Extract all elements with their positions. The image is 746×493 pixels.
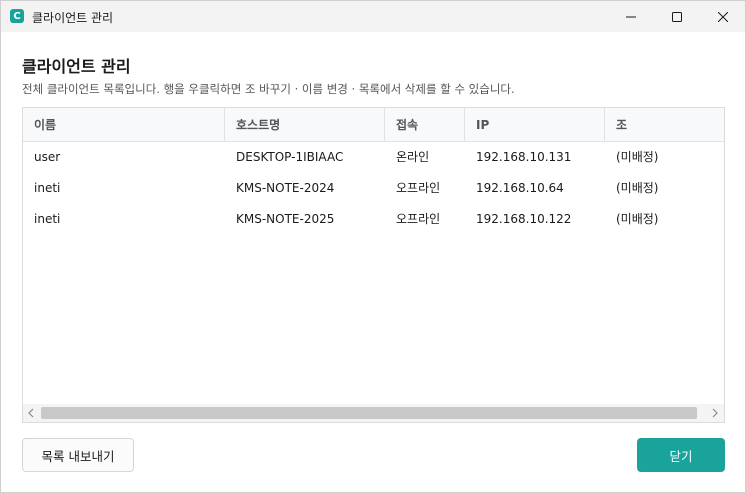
client-management-window: C 클라이언트 관리 클라이언트 관리 전체 클라이언트 목록입니다. 행을 우… bbox=[0, 0, 746, 493]
chevron-left-icon[interactable] bbox=[27, 408, 35, 418]
cell-ip: 192.168.10.131 bbox=[476, 150, 572, 164]
maximize-button[interactable] bbox=[654, 1, 700, 32]
cell-hostname: KMS-NOTE-2025 bbox=[236, 212, 335, 226]
dialog-content: 클라이언트 관리 전체 클라이언트 목록입니다. 행을 우클릭하면 조 바꾸기 … bbox=[1, 32, 745, 492]
close-icon bbox=[718, 11, 728, 22]
client-table[interactable]: 이름 호스트명 접속 IP 조 user DESKTOP-1IBIAAC 온라인… bbox=[22, 107, 725, 423]
title-bar[interactable]: C 클라이언트 관리 bbox=[1, 1, 745, 32]
cell-name: user bbox=[34, 150, 61, 164]
cell-group: (미배정) bbox=[616, 150, 659, 164]
cell-ip: 192.168.10.64 bbox=[476, 181, 564, 195]
page-title: 클라이언트 관리 bbox=[22, 57, 131, 76]
column-header-ip[interactable]: IP bbox=[465, 108, 605, 142]
table-row[interactable]: ineti KMS-NOTE-2025 오프라인 192.168.10.122 … bbox=[23, 204, 724, 234]
cell-name: ineti bbox=[34, 181, 61, 195]
cell-status: 오프라인 bbox=[396, 212, 441, 226]
export-list-button[interactable]: 목록 내보내기 bbox=[22, 438, 134, 472]
table-header: 이름 호스트명 접속 IP 조 bbox=[23, 108, 724, 142]
app-logo-icon: C bbox=[10, 9, 24, 23]
page-description: 전체 클라이언트 목록입니다. 행을 우클릭하면 조 바꾸기 · 이름 변경 ·… bbox=[22, 82, 515, 96]
cell-name: ineti bbox=[34, 212, 61, 226]
chevron-right-icon[interactable] bbox=[711, 408, 719, 418]
column-header-hostname[interactable]: 호스트명 bbox=[225, 108, 385, 142]
cell-status: 온라인 bbox=[396, 150, 430, 164]
table-row[interactable]: ineti KMS-NOTE-2024 오프라인 192.168.10.64 (… bbox=[23, 173, 724, 203]
column-header-group[interactable]: 조 bbox=[605, 108, 724, 142]
window-title: 클라이언트 관리 bbox=[32, 11, 114, 25]
cell-ip: 192.168.10.122 bbox=[476, 212, 572, 226]
cell-group: (미배정) bbox=[616, 181, 659, 195]
cell-hostname: DESKTOP-1IBIAAC bbox=[236, 150, 344, 164]
horizontal-scrollbar[interactable] bbox=[23, 404, 724, 422]
table-row[interactable]: user DESKTOP-1IBIAAC 온라인 192.168.10.131 … bbox=[23, 142, 724, 172]
column-header-status[interactable]: 접속 bbox=[385, 108, 465, 142]
maximize-icon bbox=[672, 11, 682, 22]
column-header-name[interactable]: 이름 bbox=[23, 108, 225, 142]
close-button[interactable]: 닫기 bbox=[637, 438, 725, 472]
cell-hostname: KMS-NOTE-2024 bbox=[236, 181, 335, 195]
minimize-icon bbox=[626, 16, 636, 17]
cell-group: (미배정) bbox=[616, 212, 659, 226]
close-window-button[interactable] bbox=[700, 1, 746, 32]
minimize-button[interactable] bbox=[608, 1, 654, 32]
scrollbar-thumb[interactable] bbox=[41, 407, 697, 419]
cell-status: 오프라인 bbox=[396, 181, 441, 195]
